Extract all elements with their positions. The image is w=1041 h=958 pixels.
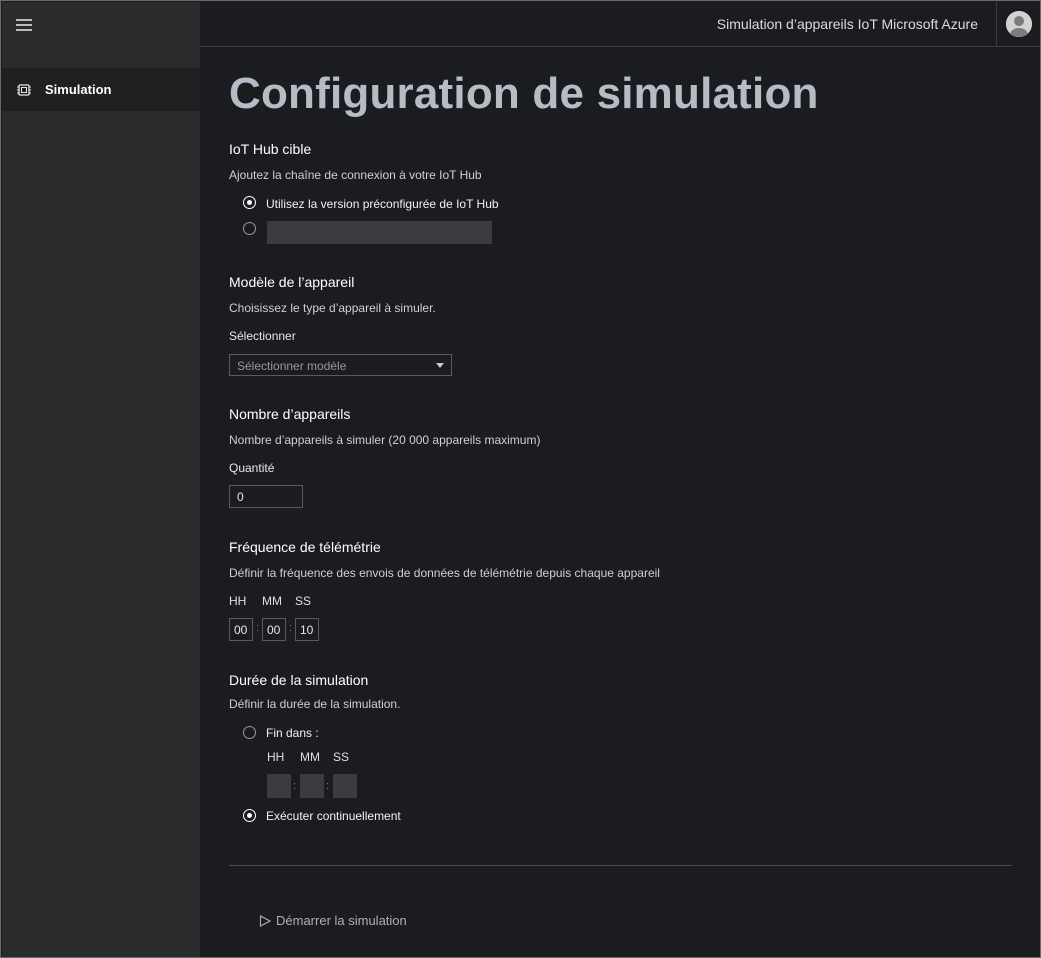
radio-custom-connection-string[interactable] [243,222,256,235]
telemetry-mm-value: 00 [267,623,281,637]
hamburger-menu-icon[interactable] [16,19,32,31]
duration-ss-input[interactable] [333,774,357,798]
radio-run-continuously[interactable] [243,809,256,822]
sidebar: Simulation [2,2,200,957]
chip-icon [17,83,31,96]
app-window: Simulation Simulation d’appareils IoT Mi… [0,0,1041,958]
duration-separator: : [326,780,330,792]
telemetry-mm-input[interactable]: 00 [262,618,286,641]
device-count-description: Nombre d’appareils à simuler (20 000 app… [229,433,541,447]
telemetry-ss-input[interactable]: 10 [295,618,319,641]
duration-mm-label: MM [300,750,320,764]
telemetry-ss-value: 10 [300,623,314,637]
telemetry-ss-label: SS [295,594,312,608]
telemetry-hh-input[interactable]: 00 [229,618,253,641]
duration-separator: : [293,780,297,792]
device-model-select[interactable]: Sélectionner modèle [229,354,452,376]
telemetry-mm-label: MM [262,594,282,608]
quantity-input[interactable]: 0 [229,485,303,508]
radio-run-continuously-label: Exécuter continuellement [266,809,401,823]
duration-hh-input[interactable] [267,774,291,798]
start-simulation-label: Démarrer la simulation [276,913,407,928]
avatar[interactable] [1006,11,1032,37]
duration-title: Durée de la simulation [229,672,369,688]
duration-mm-input[interactable] [300,774,324,798]
device-model-select-placeholder: Sélectionner modèle [237,359,347,373]
telemetry-separator: : [289,622,293,634]
device-model-title: Modèle de l’appareil [229,274,355,290]
sidebar-item-simulation[interactable]: Simulation [2,68,200,111]
radio-preconfigured-hub-label: Utilisez la version préconfigurée de IoT… [266,197,499,211]
quantity-value: 0 [237,490,244,504]
telemetry-hh-label: HH [229,594,247,608]
radio-end-in[interactable] [243,726,256,739]
play-icon [259,914,271,927]
device-count-title: Nombre d’appareils [229,406,351,422]
iot-hub-title: IoT Hub cible [229,141,312,157]
duration-ss-label: SS [333,750,350,764]
page-title: Configuration de simulation [229,69,819,118]
top-header: Simulation d’appareils IoT Microsoft Azu… [200,2,1040,47]
chevron-down-icon [436,363,444,368]
device-model-select-label: Sélectionner [229,329,296,343]
duration-description: Définir la durée de la simulation. [229,697,401,711]
duration-hh-label: HH [267,750,285,764]
connection-string-input[interactable] [267,221,492,244]
divider [229,865,1012,866]
telemetry-separator: : [256,622,260,634]
telemetry-title: Fréquence de télémétrie [229,539,381,555]
sidebar-item-label: Simulation [45,82,112,97]
user-avatar-icon [1006,11,1032,37]
telemetry-description: Définir la fréquence des envois de donné… [229,566,660,580]
telemetry-hh-value: 00 [234,623,248,637]
iot-hub-description: Ajoutez la chaîne de connexion à votre I… [229,168,482,182]
radio-end-in-label: Fin dans : [266,726,319,740]
quantity-label: Quantité [229,461,275,475]
start-simulation-button[interactable]: Démarrer la simulation [259,913,407,928]
radio-preconfigured-hub[interactable] [243,196,256,209]
device-model-description: Choisissez le type d’appareil à simuler. [229,301,436,315]
header-divider [996,2,997,46]
app-title: Simulation d’appareils IoT Microsoft Azu… [716,16,978,32]
